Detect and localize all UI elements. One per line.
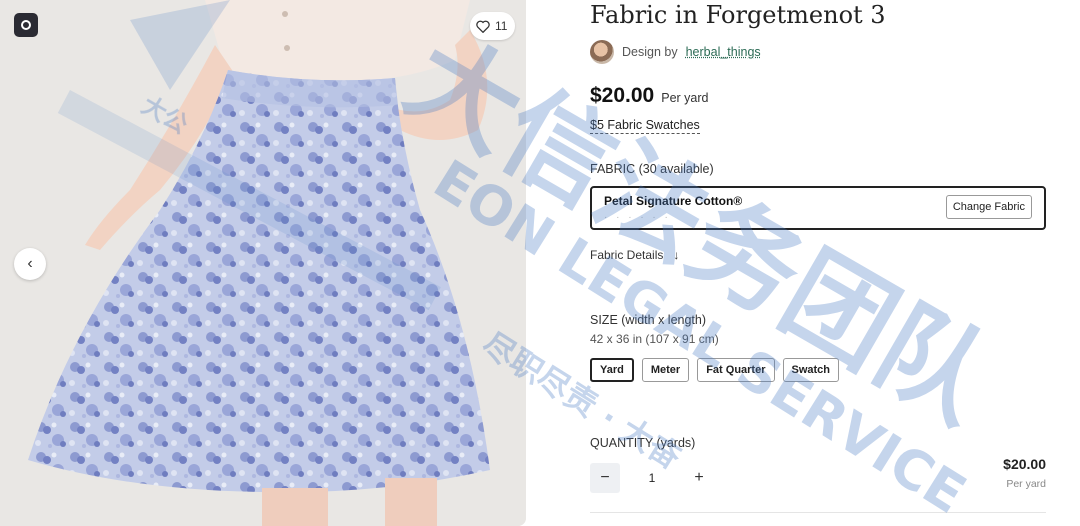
fabric-label: FABRIC (30 available) — [590, 162, 714, 176]
total-amount: $20.00 — [1003, 456, 1046, 472]
designer-link[interactable]: herbal_things — [686, 45, 761, 59]
size-option-yard[interactable]: Yard — [590, 358, 634, 382]
fabric-swatches-link[interactable]: $5 Fabric Swatches — [590, 118, 700, 134]
quantity-label: QUANTITY (yards) — [590, 436, 696, 450]
decrease-quantity-button[interactable]: − — [590, 463, 620, 493]
previous-image-button[interactable]: ‹ — [14, 248, 46, 280]
chevron-left-icon: ‹ — [27, 255, 33, 272]
change-fabric-button[interactable]: Change Fabric — [945, 195, 1032, 219]
fabric-details-label: Fabric Details — [590, 248, 664, 262]
size-dimensions: 42 x 36 in (107 x 91 cm) — [590, 332, 719, 346]
quantity-stepper: − + — [590, 463, 714, 493]
product-photo — [0, 0, 526, 526]
heart-icon — [476, 20, 490, 33]
product-title: Fabric in Forgetmenot 3 — [590, 1, 886, 29]
size-options: Yard Meter Fat Quarter Swatch — [590, 358, 840, 382]
quantity-input[interactable] — [620, 463, 684, 493]
size-option-swatch[interactable]: Swatch — [782, 358, 840, 382]
favorite-button[interactable]: 11 — [470, 12, 516, 40]
product-image-panel: 11 ‹ — [0, 0, 526, 526]
price-amount: $20.00 — [590, 84, 655, 107]
selected-fabric-name: Petal Signature Cotton® — [604, 194, 743, 208]
selected-fabric-subtitle: · · · · · · — [604, 212, 671, 223]
size-label: SIZE (width x length) — [590, 313, 707, 327]
design-by-label: Design by — [622, 45, 678, 59]
fabric-details-toggle[interactable]: Fabric Details ↓ — [590, 248, 679, 262]
size-option-fat-quarter[interactable]: Fat Quarter — [697, 358, 775, 382]
increase-quantity-button[interactable]: + — [684, 463, 714, 493]
divider — [590, 512, 1046, 513]
designer-credit: Design by herbal_things — [590, 40, 761, 64]
price: $20.00 Per yard — [590, 84, 708, 108]
price-unit: Per yard — [661, 91, 709, 105]
favorite-count: 11 — [495, 19, 508, 33]
spoonflower-logo-icon[interactable] — [14, 13, 38, 37]
product-details-panel: Fabric in Forgetmenot 3 Design by herbal… — [590, 0, 1050, 526]
selected-fabric-card[interactable]: Petal Signature Cotton® · · · · · · Chan… — [590, 186, 1046, 230]
total-unit: Per yard — [1006, 478, 1046, 490]
line-total: $20.00 Per yard — [1003, 456, 1046, 490]
designer-avatar[interactable] — [590, 40, 614, 64]
arrow-down-icon: ↓ — [673, 248, 680, 262]
size-option-meter[interactable]: Meter — [641, 358, 690, 382]
